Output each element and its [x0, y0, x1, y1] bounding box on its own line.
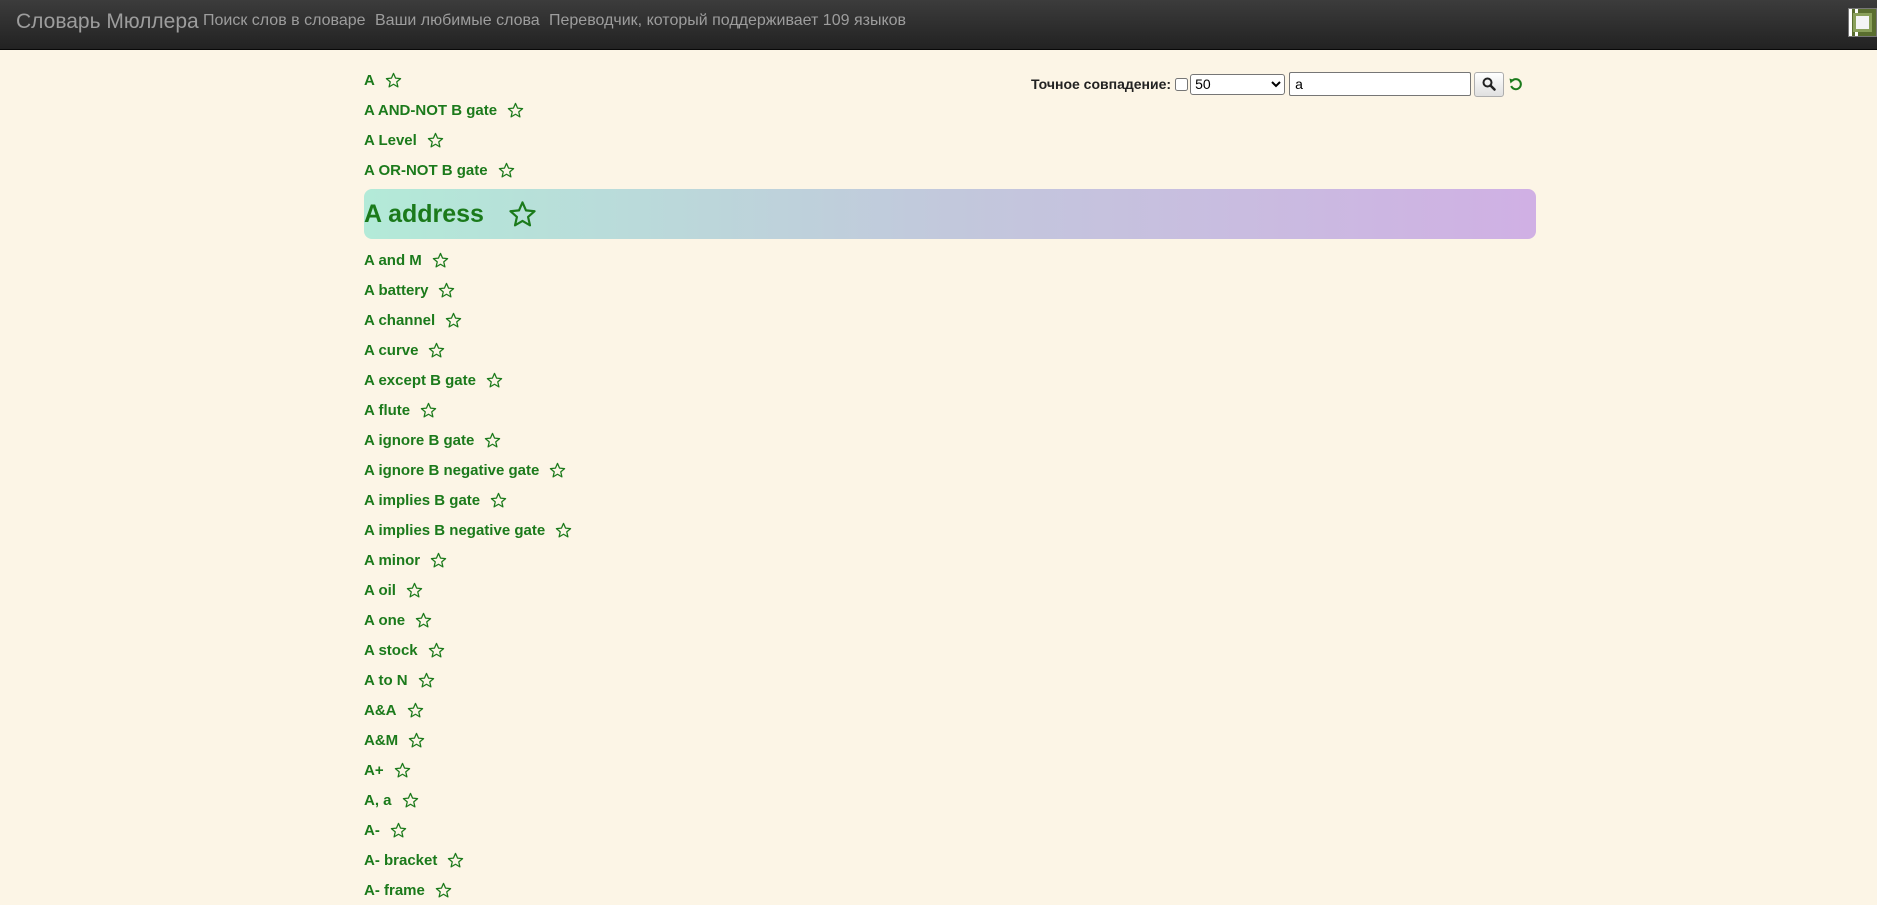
star-icon[interactable]: [385, 72, 402, 89]
star-icon[interactable]: [507, 102, 524, 119]
word-link[interactable]: A Level: [364, 132, 417, 149]
star-icon[interactable]: [402, 792, 419, 809]
avatar-icon[interactable]: [1848, 8, 1877, 37]
word-item: A ignore B negative gate: [364, 455, 1536, 485]
word-item: A&A: [364, 695, 1536, 725]
word-link[interactable]: A minor: [364, 552, 420, 569]
word-item: A minor: [364, 545, 1536, 575]
word-item: A ignore B gate: [364, 425, 1536, 455]
word-item: A, a: [364, 785, 1536, 815]
word-item: A: [364, 65, 1536, 95]
star-icon[interactable]: [490, 492, 507, 509]
star-icon[interactable]: [484, 432, 501, 449]
star-icon[interactable]: [390, 822, 407, 839]
results-area: A A AND-NOT B gate A Level A OR-NOT B gate A…: [364, 65, 1536, 905]
word-item: A implies B gate: [364, 485, 1536, 515]
word-link[interactable]: A AND-NOT B gate: [364, 102, 497, 119]
word-link[interactable]: A implies B negative gate: [364, 522, 545, 539]
star-icon[interactable]: [430, 552, 447, 569]
star-icon[interactable]: [427, 132, 444, 149]
word-link[interactable]: A- bracket: [364, 852, 437, 869]
word-item: A-: [364, 815, 1536, 845]
star-icon[interactable]: [428, 642, 445, 659]
word-link[interactable]: A and M: [364, 252, 422, 269]
star-icon[interactable]: [447, 852, 464, 869]
word-link[interactable]: A ignore B gate: [364, 432, 474, 449]
star-icon[interactable]: [486, 372, 503, 389]
word-item: A to N: [364, 665, 1536, 695]
word-item: A+: [364, 755, 1536, 785]
word-link[interactable]: A stock: [364, 642, 418, 659]
star-icon[interactable]: [549, 462, 566, 479]
word-item: A except B gate: [364, 365, 1536, 395]
star-icon[interactable]: [445, 312, 462, 329]
star-icon[interactable]: [420, 402, 437, 419]
word-link[interactable]: A- frame: [364, 882, 425, 899]
word-link[interactable]: A&M: [364, 732, 398, 749]
word-link[interactable]: A flute: [364, 402, 410, 419]
word-item: A battery: [364, 275, 1536, 305]
word-link[interactable]: A&A: [364, 702, 397, 719]
star-icon[interactable]: [394, 762, 411, 779]
word-item: A channel: [364, 305, 1536, 335]
nav-link-search[interactable]: Поиск слов в словаре: [203, 12, 366, 30]
word-item: A and M: [364, 245, 1536, 275]
word-link[interactable]: A implies B gate: [364, 492, 480, 509]
word-link[interactable]: A channel: [364, 312, 435, 329]
word-item: A flute: [364, 395, 1536, 425]
word-link[interactable]: A, a: [364, 792, 392, 809]
nav-link-translator[interactable]: Переводчик, который поддерживает 109 язы…: [549, 12, 906, 30]
word-link[interactable]: A: [364, 72, 375, 89]
star-icon[interactable]: [555, 522, 572, 539]
word-link[interactable]: A+: [364, 762, 384, 779]
star-icon[interactable]: [435, 882, 452, 899]
word-list: A A AND-NOT B gate A Level A OR-NOT B gate A…: [364, 65, 1536, 905]
star-icon[interactable]: [428, 342, 445, 359]
star-icon[interactable]: [406, 582, 423, 599]
star-icon[interactable]: [498, 162, 515, 179]
word-link[interactable]: A to N: [364, 672, 408, 689]
word-item: A&M: [364, 725, 1536, 755]
word-item-selected: A address: [364, 189, 1536, 239]
word-item: A Level: [364, 125, 1536, 155]
word-link[interactable]: A oil: [364, 582, 396, 599]
star-icon[interactable]: [415, 612, 432, 629]
word-item: A OR-NOT B gate: [364, 155, 1536, 185]
word-link[interactable]: A curve: [364, 342, 418, 359]
brand-link[interactable]: Словарь Мюллера: [16, 10, 199, 34]
word-item: A one: [364, 605, 1536, 635]
word-item: A implies B negative gate: [364, 515, 1536, 545]
word-link[interactable]: A ignore B negative gate: [364, 462, 539, 479]
word-link[interactable]: A address: [364, 200, 484, 229]
word-item: A curve: [364, 335, 1536, 365]
star-icon[interactable]: [407, 702, 424, 719]
word-link[interactable]: A-: [364, 822, 380, 839]
word-link[interactable]: A OR-NOT B gate: [364, 162, 488, 179]
star-icon[interactable]: [418, 672, 435, 689]
word-link[interactable]: A one: [364, 612, 405, 629]
top-navbar: Словарь Мюллера Поиск слов в словаре Ваш…: [0, 0, 1877, 50]
word-item: A- bracket: [364, 845, 1536, 875]
word-item: A stock: [364, 635, 1536, 665]
word-link[interactable]: A except B gate: [364, 372, 476, 389]
word-item: A- frame: [364, 875, 1536, 905]
word-item: A AND-NOT B gate: [364, 95, 1536, 125]
star-icon[interactable]: [438, 282, 455, 299]
nav-link-favorites[interactable]: Ваши любимые слова: [375, 12, 540, 30]
word-link[interactable]: A battery: [364, 282, 428, 299]
star-icon[interactable]: [408, 732, 425, 749]
star-icon[interactable]: [508, 200, 537, 229]
star-icon[interactable]: [432, 252, 449, 269]
word-item: A oil: [364, 575, 1536, 605]
